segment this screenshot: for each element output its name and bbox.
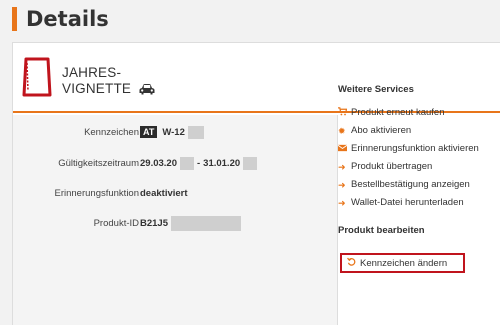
service-link-subscription[interactable]: ✹ Abo aktivieren — [338, 125, 488, 137]
service-link-label: Produkt übertragen — [351, 161, 433, 172]
product-name-line2: VIGNETTE — [62, 81, 132, 96]
service-link-label: Erinnerungsfunktion aktivieren — [351, 143, 479, 154]
cart-icon — [338, 107, 348, 119]
validity-label: Gültigkeitszeitraum — [58, 157, 139, 169]
vignette-logo-icon — [22, 57, 52, 97]
validity-end: 31.01.20 — [203, 157, 241, 169]
arrow-right-icon: ➜ — [338, 180, 346, 190]
service-link-rebuy[interactable]: Produkt erneut kaufen — [338, 107, 488, 119]
plate-number: W-12 — [162, 126, 185, 138]
service-link-label: Wallet-Datei herunterladen — [351, 197, 464, 208]
detail-row-reminder: Erinnerungsfunktion deaktiviert — [0, 184, 324, 202]
detail-row-product-id: Produkt-ID B21J5 — [0, 214, 324, 232]
service-link-transfer[interactable]: ➜ Produkt übertragen — [338, 161, 488, 173]
service-link-label: Produkt erneut kaufen — [351, 107, 445, 118]
service-link-confirmation[interactable]: ➜ Bestellbestätigung anzeigen — [338, 179, 488, 191]
validity-separator: - — [196, 157, 201, 169]
redacted-block — [171, 215, 241, 231]
undo-icon — [347, 257, 356, 269]
change-plate-button[interactable]: Kennzeichen ändern — [340, 253, 465, 273]
plate-value: AT W-12 — [140, 125, 204, 139]
redacted-block — [179, 156, 194, 170]
redacted-block — [243, 156, 258, 170]
product-name-line1: JAHRES- — [62, 65, 122, 80]
envelope-icon — [337, 143, 348, 155]
product-id-label: Produkt-ID — [93, 217, 139, 229]
arrow-right-icon: ➜ — [338, 198, 346, 208]
reminder-status: deaktiviert — [140, 187, 188, 199]
car-icon — [139, 84, 155, 95]
accent-bar — [12, 7, 17, 31]
services-title: Weitere Services — [338, 84, 414, 95]
edit-section-title: Produkt bearbeiten — [338, 225, 425, 236]
page-title: Details — [26, 7, 109, 31]
change-plate-label: Kennzeichen ändern — [360, 257, 448, 269]
redacted-block — [187, 125, 204, 139]
country-badge: AT — [140, 126, 158, 138]
detail-row-validity: Gültigkeitszeitraum 29.03.20 - 31.01.20 — [0, 154, 324, 172]
product-name: JAHRES- VIGNETTE — [62, 65, 155, 97]
product-id-value: B21J5 — [140, 215, 241, 231]
page-header: Details — [12, 6, 109, 32]
service-link-label: Bestellbestätigung anzeigen — [351, 179, 470, 190]
services-panel: Weitere Services Produkt erneut kaufen ✹… — [337, 84, 488, 236]
service-link-reminder[interactable]: Erinnerungsfunktion aktivieren — [337, 143, 488, 155]
validity-value: 29.03.20 - 31.01.20 — [140, 156, 258, 170]
detail-row-plate: Kennzeichen AT W-12 — [0, 123, 324, 141]
reminder-value: deaktiviert — [140, 188, 188, 199]
validity-start: 29.03.20 — [140, 157, 177, 169]
plate-label: Kennzeichen — [84, 126, 139, 138]
service-link-wallet[interactable]: ➜ Wallet-Datei herunterladen — [338, 197, 488, 209]
reminder-label: Erinnerungsfunktion — [54, 187, 140, 199]
product-id-text: B21J5 — [140, 217, 168, 229]
service-link-label: Abo aktivieren — [351, 125, 412, 136]
gear-icon: ✹ — [338, 126, 346, 136]
arrow-right-icon: ➜ — [338, 162, 346, 172]
